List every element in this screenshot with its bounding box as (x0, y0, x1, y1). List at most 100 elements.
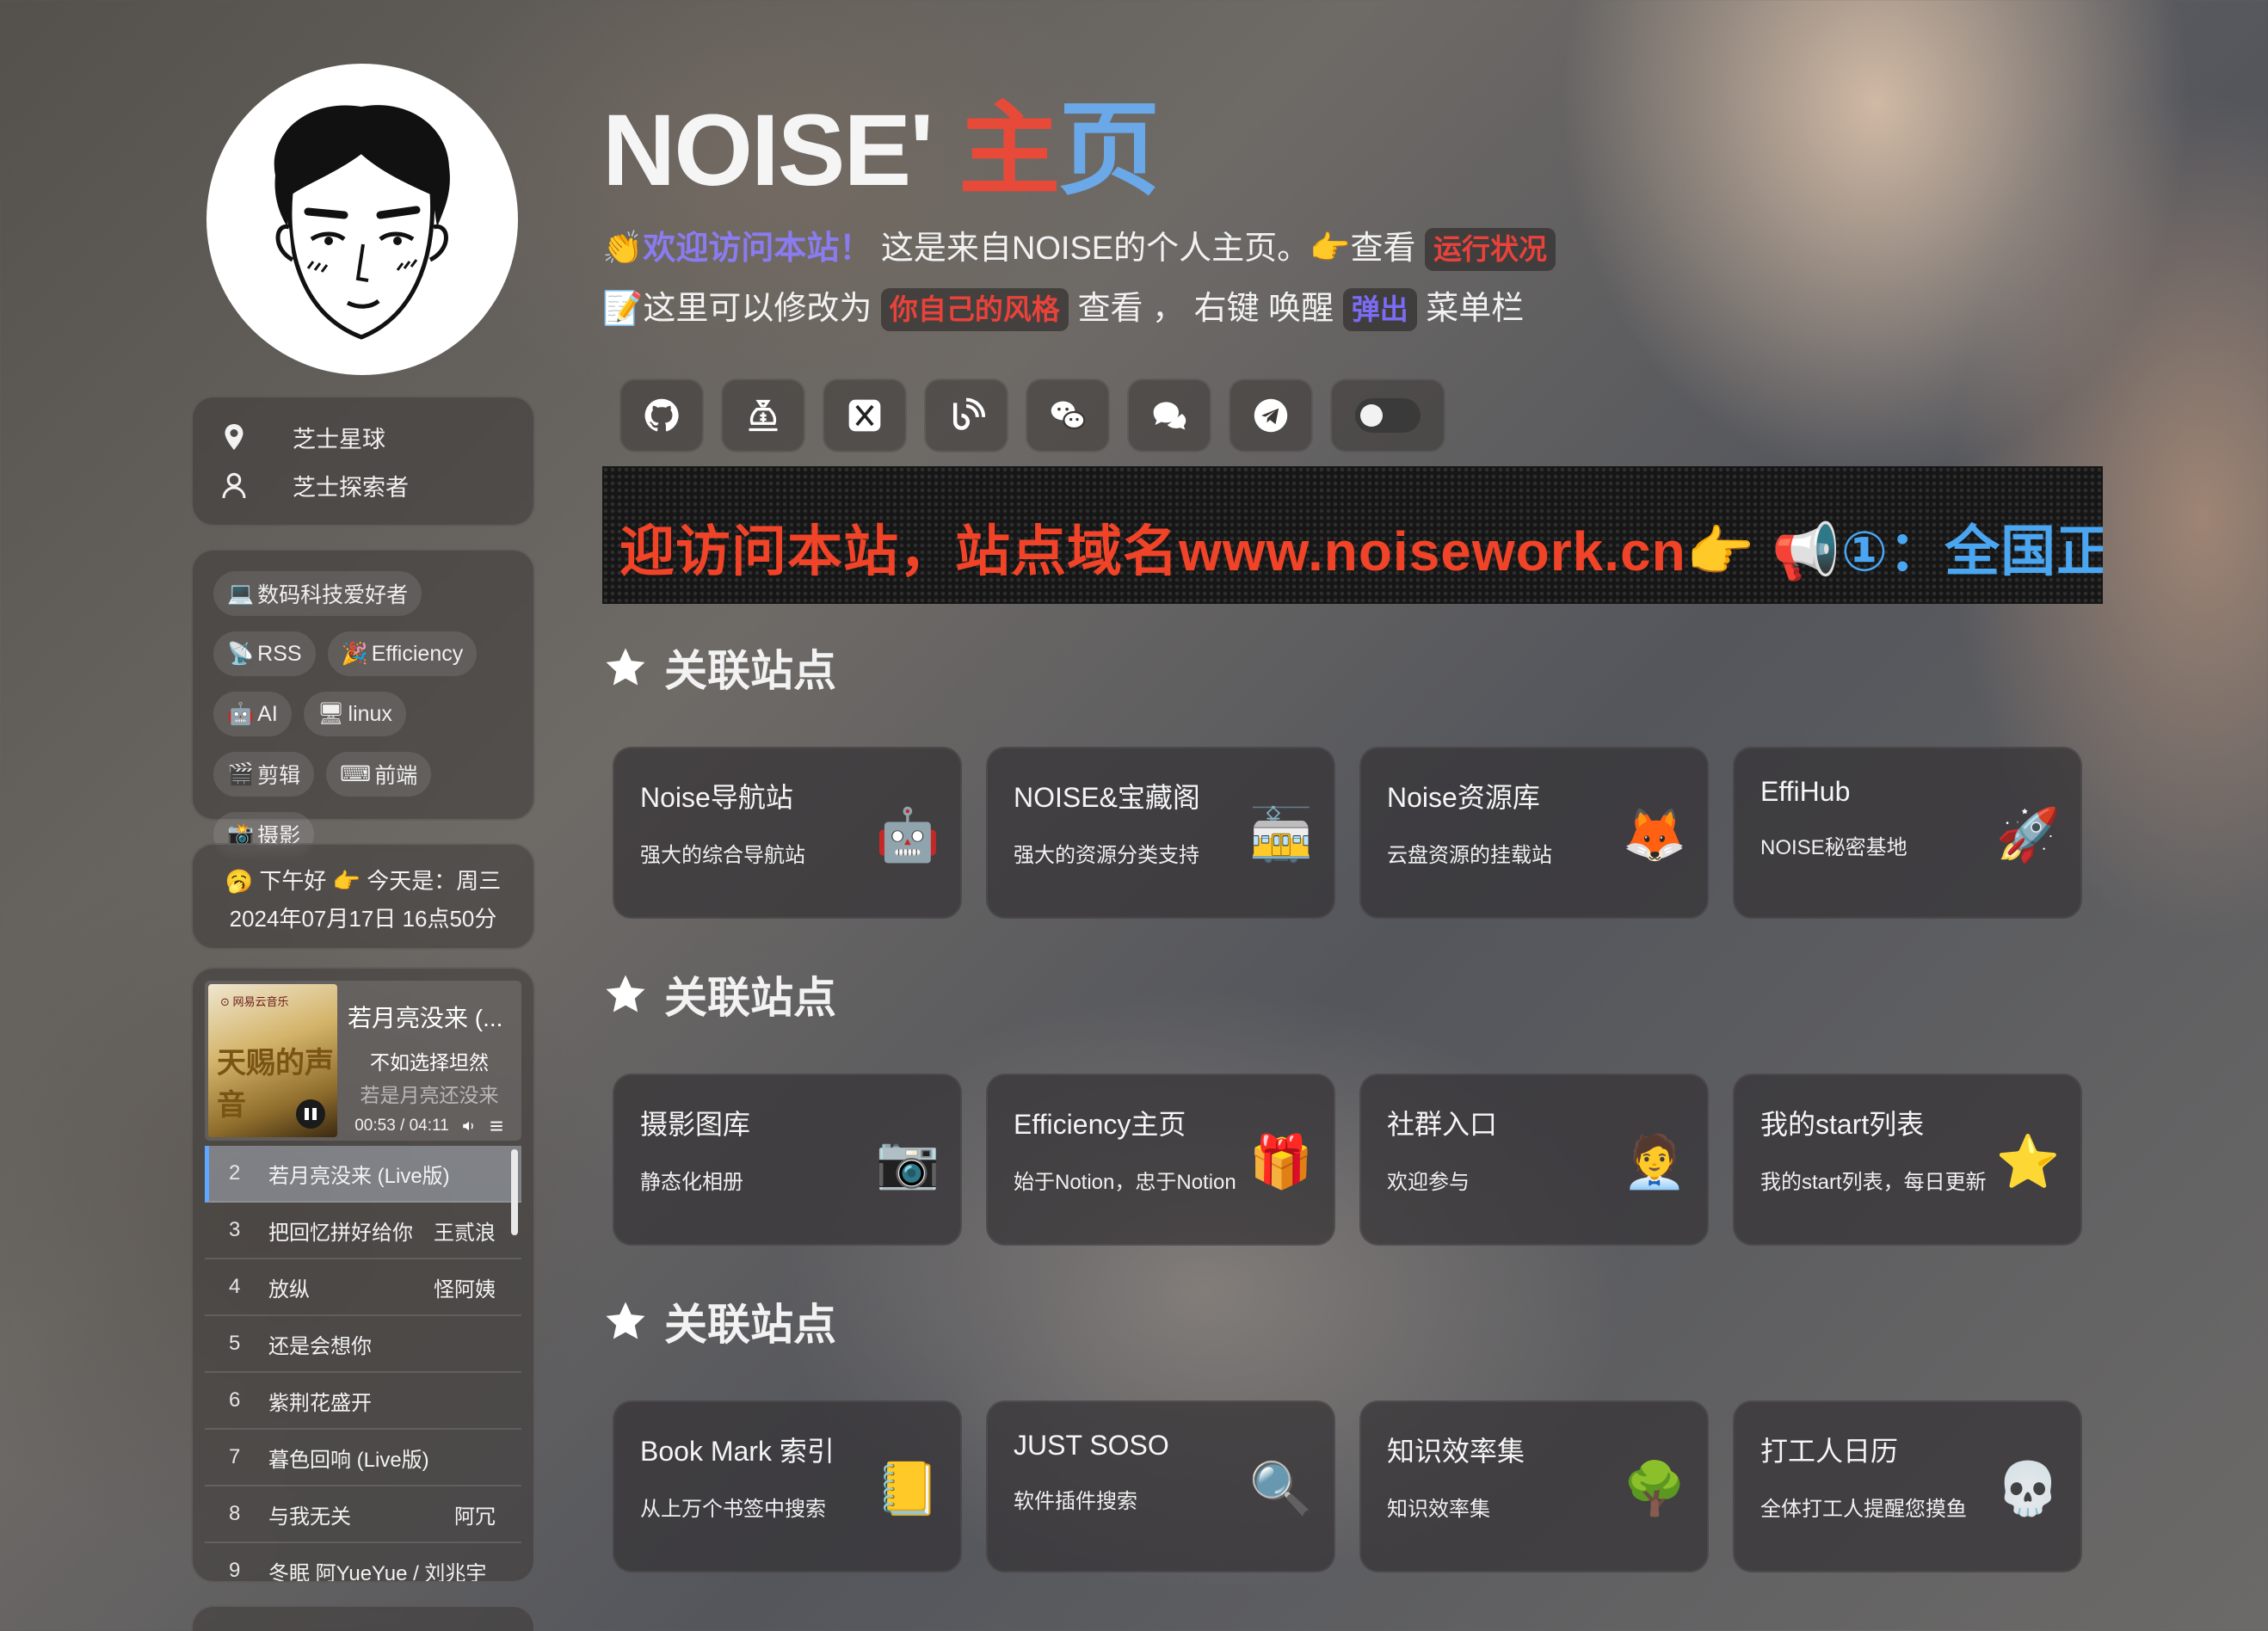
site-icon: 🌳 (1622, 1460, 1687, 1517)
site-card[interactable]: 社群入口 欢迎参与 🧑‍💼 (1359, 1074, 1709, 1246)
theme-toggle[interactable] (1355, 398, 1421, 433)
greeting-card: 🥱 下午好 👉 今天是：周三 2024年07月17日 16点50分 (191, 843, 535, 950)
playlist-item[interactable]: 6 紫荆花盛开 (205, 1373, 521, 1430)
tags-card: 💻 数码科技爱好者 📡 RSS 🎉 Efficiency 🤖 AI 🖥 linux 🎬 剪辑 ⌨ 前端 📸 摄… (191, 549, 535, 857)
playlist-menu-icon[interactable] (489, 1118, 504, 1134)
playlist-name: 还是会想你 (268, 1334, 372, 1358)
tag-emoji: 🤖 (227, 701, 255, 726)
tag-label: Efficiency (371, 641, 464, 666)
rss-blog-icon (952, 397, 985, 430)
playlist-num: 4 (229, 1275, 241, 1298)
song-title: 若月亮没来 (... (348, 1005, 503, 1031)
tag-label: 前端 (374, 764, 418, 788)
playlist-num: 8 (229, 1502, 241, 1525)
theme-toggle-button[interactable] (1330, 379, 1445, 452)
profile-info-card: 芝士星球 芝士探索者 (191, 396, 535, 526)
album-cover[interactable]: ⊙ 网易云音乐 天赐的声音 (208, 984, 337, 1137)
donate-button[interactable] (721, 379, 805, 452)
bottom-card (191, 1605, 535, 1631)
telegram-icon (1254, 398, 1288, 433)
site-card[interactable]: 我的start列表 我的start列表，每日更新 ⭐ (1733, 1074, 2082, 1246)
site-card[interactable]: Efficiency主页 始于Notion，忠于Notion 🎁 (986, 1074, 1335, 1246)
playlist-num: 6 (229, 1388, 241, 1412)
star-icon (606, 648, 645, 686)
title-noise: NOISE' (602, 94, 934, 207)
greeting-line: 🥱 下午好 👉 今天是：周三 (225, 868, 502, 894)
playlist-name: 冬眠 阿YueYue / 刘兆宇 (268, 1561, 487, 1583)
playlist-scrollbar[interactable] (511, 1149, 518, 1235)
intro-line-2: 📝这里可以修改为 你自己的风格 查看 ， 右键 唤醒 弹出 菜单栏 (602, 279, 1556, 339)
intro-text-2b: 查看 ， 右键 唤醒 (1077, 291, 1334, 327)
site-grid: Noise导航站 强大的综合导航站 🤖 NOISE&宝藏阁 强大的资源分类支持 🚋 Nois… (613, 747, 2082, 919)
popup-chip[interactable]: 弹出 (1342, 288, 1417, 331)
avatar[interactable] (206, 64, 518, 375)
banner-text-blue: 📢①：全国正规流 (1772, 520, 2103, 582)
pause-button[interactable] (296, 1099, 325, 1129)
playlist-item[interactable]: 7 暮色回响 (Live版) (205, 1430, 521, 1486)
site-card[interactable]: Noise导航站 强大的综合导航站 🤖 (613, 747, 962, 919)
location-row: 芝士星球 (219, 413, 508, 461)
site-card[interactable]: JUST SOSO 软件插件搜索 🔍 (986, 1400, 1335, 1573)
telegram-button[interactable] (1229, 379, 1313, 452)
lyric-current: 不如选择坦然 (370, 1051, 489, 1074)
playlist-item[interactable]: 9 冬眠 阿YueYue / 刘兆宇 (205, 1543, 521, 1583)
x-twitter-button[interactable] (823, 379, 907, 452)
site-icon: ⭐ (1995, 1133, 2061, 1191)
volume-icon[interactable] (461, 1118, 477, 1134)
github-button[interactable] (619, 379, 704, 452)
site-card[interactable]: EffiHub NOISE秘密基地 🚀 (1733, 747, 2082, 919)
site-card[interactable]: 摄影图库 静态化相册 📷 (613, 1074, 962, 1246)
tag-label: AI (257, 701, 278, 726)
playlist-item[interactable]: 3 把回忆拼好给你 王贰浪 (205, 1203, 521, 1259)
intro-line-1: 👏欢迎访问本站！ 这是来自NOISE的个人主页。👉查看 运行状况 (602, 218, 1556, 279)
tag-chip[interactable]: 🤖 AI (213, 692, 292, 736)
section-title: 关联站点 (602, 637, 836, 699)
tag-chip[interactable]: ⌨ 前端 (326, 752, 432, 797)
status-link[interactable]: 运行状况 (1425, 228, 1556, 271)
tag-chip[interactable]: 🎬 剪辑 (213, 752, 315, 797)
playlist-item[interactable]: 5 还是会想你 (205, 1316, 521, 1373)
site-card[interactable]: Book Mark 索引 从上万个书签中搜索 📒 (613, 1400, 962, 1573)
user-icon (222, 472, 246, 499)
tag-emoji: 📡 (227, 641, 255, 666)
tag-emoji: ⌨ (340, 762, 372, 786)
style-chip[interactable]: 你自己的风格 (880, 288, 1069, 331)
cover-brand-text: ⊙ 网易云音乐 (220, 995, 289, 1008)
wechat-icon (1051, 401, 1086, 430)
tag-label: RSS (257, 641, 302, 666)
site-card[interactable]: 打工人日历 全体打工人提醒您摸鱼 💀 (1733, 1400, 2082, 1573)
tag-chip[interactable]: 🖥 linux (303, 692, 406, 736)
tag-emoji: 🎉 (341, 641, 368, 666)
site-card[interactable]: 知识效率集 知识效率集 🌳 (1359, 1400, 1709, 1573)
tag-chip[interactable]: 🎉 Efficiency (327, 631, 478, 676)
site-card[interactable]: Noise资源库 云盘资源的挂载站 🦊 (1359, 747, 1709, 919)
playlist-name: 把回忆拼好给你 (268, 1221, 413, 1245)
site-card[interactable]: NOISE&宝藏阁 强大的资源分类支持 🚋 (986, 747, 1335, 919)
chat-bubbles-icon (1153, 402, 1186, 430)
playlist-item[interactable]: 4 放纵 怪阿姨 (205, 1259, 521, 1316)
chat-button[interactable] (1127, 379, 1211, 452)
now-playing: ⊙ 网易云音乐 天赐的声音 若月亮没来 (... 不如选择坦然 若是月亮还没来 … (205, 981, 521, 1141)
tag-emoji: 🎬 (227, 761, 255, 786)
money-bag-icon (749, 399, 778, 432)
playlist-item[interactable]: 8 与我无关 阿冗 (205, 1486, 521, 1543)
playlist-name: 若月亮没来 (Live版) (268, 1164, 450, 1188)
role-text: 芝士探索者 (293, 474, 409, 501)
playlist-num: 3 (229, 1218, 241, 1241)
site-icon: 🚀 (1995, 806, 2061, 864)
social-links (619, 379, 1445, 452)
wechat-button[interactable] (1026, 379, 1110, 452)
site-icon: 📒 (875, 1460, 940, 1517)
intro-text-2c: 菜单栏 (1426, 291, 1525, 327)
tag-chip[interactable]: 💻 数码科技爱好者 (213, 571, 422, 616)
welcome-text: 欢迎访问本站！ (643, 231, 872, 267)
star-icon (606, 975, 645, 1012)
clap-emoji: 👏 (602, 231, 644, 267)
playlist-item[interactable]: 2 若月亮没来 (Live版) (205, 1146, 521, 1203)
tag-chip[interactable]: 📡 RSS (213, 631, 316, 676)
blog-button[interactable] (924, 379, 1008, 452)
intro-text-2a: 这里可以修改为 (643, 291, 872, 327)
playlist-artist: 阿冗 (454, 1505, 496, 1529)
intro-text: 👏欢迎访问本站！ 这是来自NOISE的个人主页。👉查看 运行状况 📝这里可以修改… (602, 218, 1556, 339)
role-row: 芝士探索者 (219, 461, 508, 509)
